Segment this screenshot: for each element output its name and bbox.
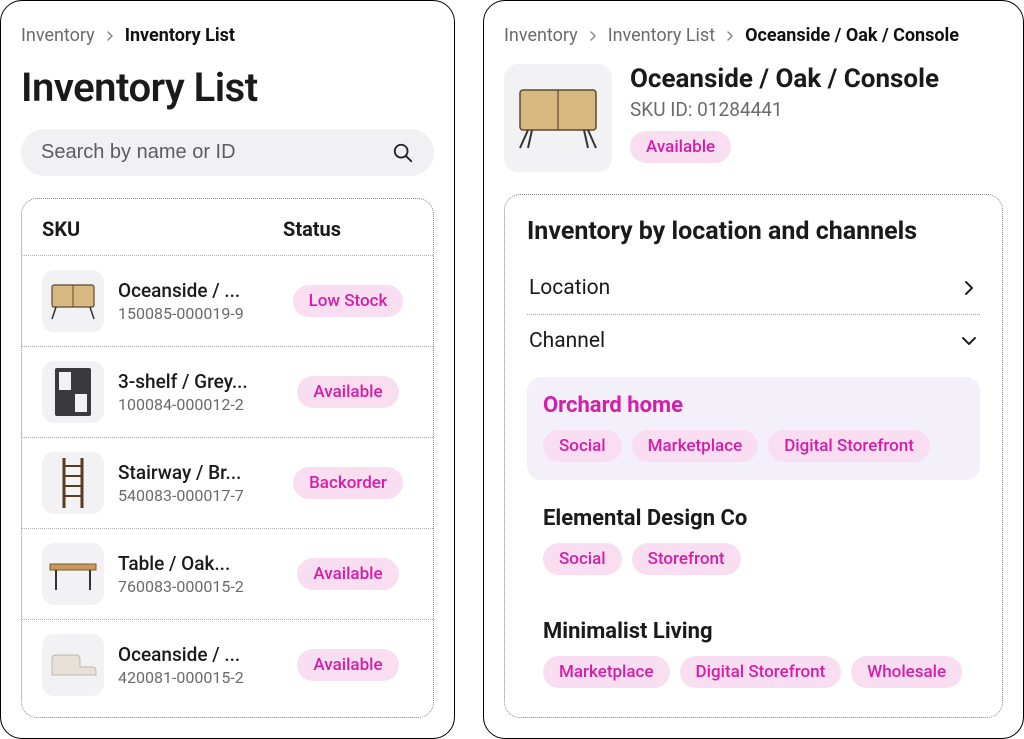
- chip[interactable]: Digital Storefront: [680, 656, 842, 688]
- chip[interactable]: Social: [543, 430, 622, 462]
- breadcrumb: Inventory Inventory List: [21, 25, 434, 46]
- breadcrumb-item-inventory-list[interactable]: Inventory List: [608, 25, 715, 46]
- sku-info: Stairway / Br... 540083-000017-7: [118, 461, 269, 505]
- status-badge: Available: [297, 558, 398, 590]
- sku-info: 3-shelf / Grey... 100084-000012-2: [118, 370, 269, 414]
- chip[interactable]: Digital Storefront: [768, 430, 930, 462]
- sku-name: Table / Oak...: [118, 552, 269, 575]
- chevron-right-icon: [725, 31, 735, 41]
- chip[interactable]: Marketplace: [543, 656, 670, 688]
- sku-id: 540083-000017-7: [118, 486, 269, 505]
- status-badge: Available: [630, 131, 731, 163]
- channel-chips: Social Storefront: [543, 543, 964, 575]
- accordion-location[interactable]: Location: [527, 262, 980, 315]
- sku-name: 3-shelf / Grey...: [118, 370, 269, 393]
- column-header-status: Status: [283, 217, 413, 241]
- table-row[interactable]: 3-shelf / Grey... 100084-000012-2 Availa…: [22, 346, 433, 437]
- section-title: Inventory by location and channels: [527, 217, 980, 246]
- product-thumbnail: [42, 270, 104, 332]
- status-badge: Available: [297, 649, 398, 681]
- product-header: Oceanside / Oak / Console SKU ID: 012844…: [504, 64, 1003, 172]
- sku-info: Table / Oak... 760083-000015-2: [118, 552, 269, 596]
- channel-chips: Social Marketplace Digital Storefront: [543, 430, 964, 462]
- product-thumbnail: [42, 543, 104, 605]
- chip[interactable]: Wholesale: [851, 656, 962, 688]
- sku-name: Stairway / Br...: [118, 461, 269, 484]
- table-row[interactable]: Oceanside / ... 150085-000019-9 Low Stoc…: [22, 255, 433, 346]
- sku-id: 100084-000012-2: [118, 395, 269, 414]
- inventory-table: SKU Status Oceanside / ... 150085-000019…: [21, 198, 434, 718]
- product-detail-panel: Inventory Inventory List Oceanside / Oak…: [483, 0, 1024, 739]
- product-thumbnail: [42, 634, 104, 696]
- channel-block[interactable]: Orchard home Social Marketplace Digital …: [527, 377, 980, 480]
- channel-name: Minimalist Living: [543, 619, 964, 644]
- channel-block[interactable]: Elemental Design Co Social Storefront: [527, 490, 980, 593]
- sku-info: Oceanside / ... 420081-000015-2: [118, 643, 269, 687]
- sku-info: Oceanside / ... 150085-000019-9: [118, 279, 269, 323]
- sku-name: Oceanside / ...: [118, 643, 269, 666]
- product-sku-id: SKU ID: 01284441: [630, 98, 939, 121]
- breadcrumb-item-inventory-list[interactable]: Inventory List: [125, 25, 235, 46]
- table-row[interactable]: Table / Oak... 760083-000015-2 Available: [22, 528, 433, 619]
- product-title: Oceanside / Oak / Console: [630, 64, 939, 94]
- inventory-locations-section: Inventory by location and channels Locat…: [504, 194, 1003, 718]
- inventory-list-panel: Inventory Inventory List Inventory List …: [0, 0, 455, 739]
- chip[interactable]: Social: [543, 543, 622, 575]
- search-input[interactable]: [41, 141, 378, 164]
- breadcrumb-item-inventory[interactable]: Inventory: [504, 25, 578, 46]
- page-title: Inventory List: [21, 64, 434, 111]
- column-header-sku: SKU: [42, 217, 283, 241]
- product-meta: Oceanside / Oak / Console SKU ID: 012844…: [630, 64, 939, 172]
- search-icon: [392, 142, 414, 164]
- product-thumbnail: [42, 361, 104, 423]
- chevron-right-icon: [105, 31, 115, 41]
- status-badge: Low Stock: [293, 285, 404, 317]
- breadcrumb-item-inventory[interactable]: Inventory: [21, 25, 95, 46]
- channel-chips: Marketplace Digital Storefront Wholesale: [543, 656, 964, 688]
- status-badge: Backorder: [293, 467, 403, 499]
- chevron-right-icon: [588, 31, 598, 41]
- accordion-label: Channel: [529, 329, 605, 353]
- product-thumbnail: [504, 64, 612, 172]
- chip[interactable]: Storefront: [632, 543, 741, 575]
- chevron-right-icon: [960, 279, 978, 297]
- accordion-label: Location: [529, 276, 610, 300]
- table-row[interactable]: Stairway / Br... 540083-000017-7 Backord…: [22, 437, 433, 528]
- search-bar[interactable]: [21, 129, 434, 176]
- breadcrumb: Inventory Inventory List Oceanside / Oak…: [504, 25, 1003, 46]
- product-thumbnail: [42, 452, 104, 514]
- sku-id: 420081-000015-2: [118, 668, 269, 687]
- table-header: SKU Status: [22, 199, 433, 255]
- channel-name: Elemental Design Co: [543, 506, 964, 531]
- breadcrumb-item-product[interactable]: Oceanside / Oak / Console: [745, 25, 959, 46]
- accordion-channel[interactable]: Channel: [527, 315, 980, 367]
- status-badge: Available: [297, 376, 398, 408]
- sku-name: Oceanside / ...: [118, 279, 269, 302]
- sku-id: 760083-000015-2: [118, 577, 269, 596]
- channel-name: Orchard home: [543, 393, 964, 418]
- channel-block[interactable]: Minimalist Living Marketplace Digital St…: [527, 603, 980, 706]
- sku-id: 150085-000019-9: [118, 304, 269, 323]
- chip[interactable]: Marketplace: [632, 430, 759, 462]
- chevron-down-icon: [960, 332, 978, 350]
- table-row[interactable]: Oceanside / ... 420081-000015-2 Availabl…: [22, 619, 433, 710]
